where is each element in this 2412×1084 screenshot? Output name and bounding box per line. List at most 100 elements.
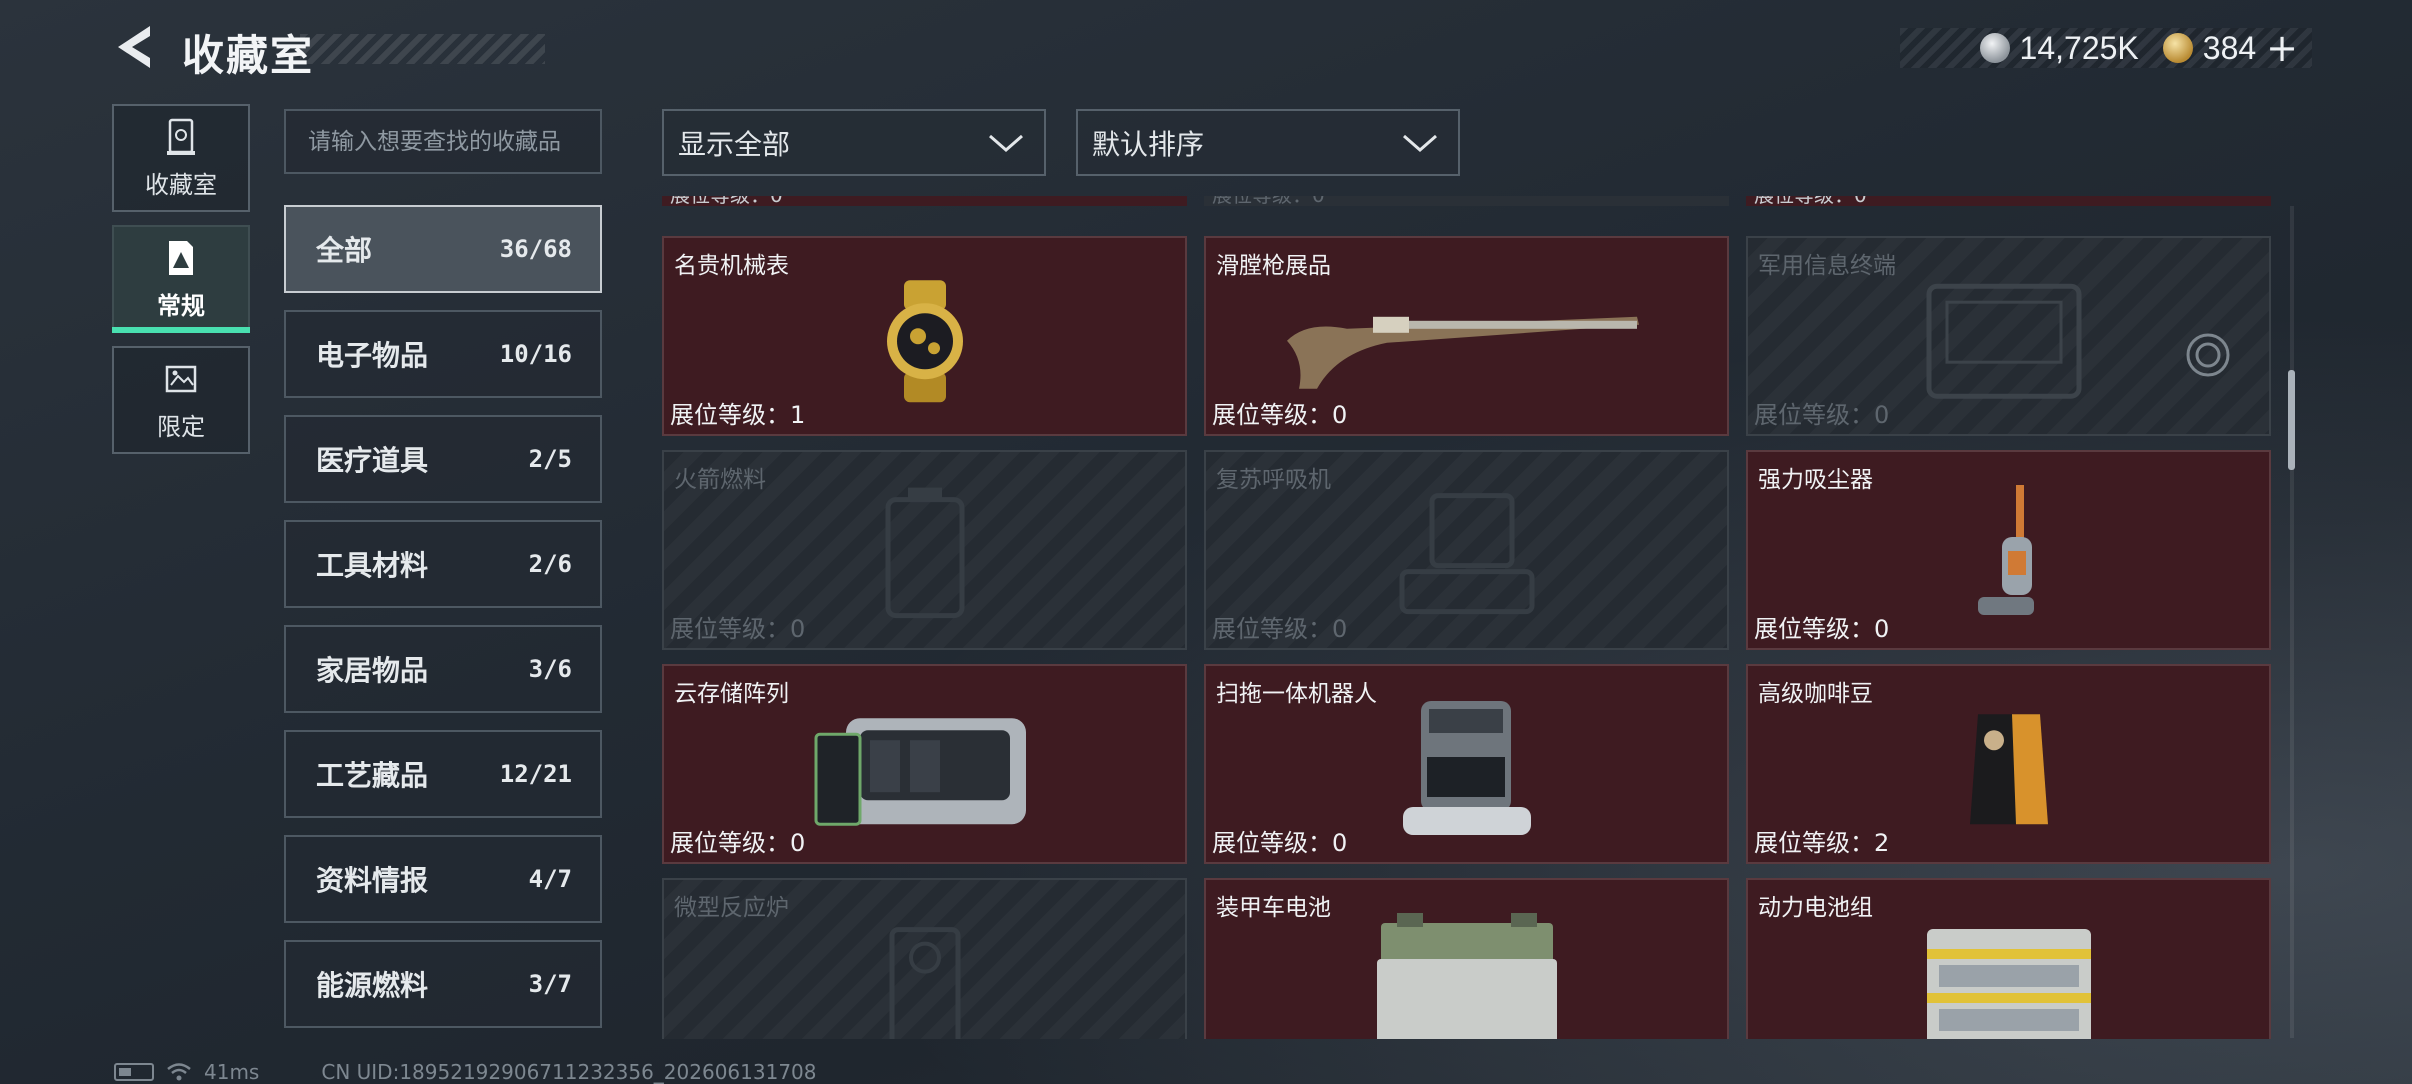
- nav-item-regular[interactable]: 常规: [112, 225, 250, 333]
- booth-level: 展位等级：0: [1754, 401, 1890, 429]
- booth-level: 展位等级：0: [1212, 401, 1348, 429]
- ribbon-icon: [169, 240, 193, 275]
- category-count: 2/6: [528, 550, 572, 578]
- ping-value: 41ms: [204, 1060, 260, 1084]
- item-card[interactable]: 扫拖一体机器人 展位等级：0: [1204, 664, 1729, 864]
- item-card[interactable]: 动力电池组: [1746, 878, 2271, 1039]
- category-tools[interactable]: 工具材料 2/6: [284, 520, 602, 608]
- item-name: 强力吸尘器: [1758, 467, 1873, 493]
- category-name: 能源燃料: [316, 969, 429, 1002]
- silver-coin-icon: [1979, 33, 2010, 63]
- back-button[interactable]: [110, 22, 158, 72]
- item-card[interactable]: 名贵机械表 展位等级：1: [662, 236, 1187, 436]
- partial-card[interactable]: 展位等级：0: [1746, 196, 2271, 206]
- cabinet-icon: [167, 118, 195, 155]
- target-icon: [2186, 333, 2230, 377]
- grid-row: 火箭燃料 展位等级：0 复苏呼吸机 展位等级：0 强力吸尘器 展位等级：0: [662, 450, 2274, 650]
- item-card[interactable]: 滑膛枪展品 展位等级：0: [1204, 236, 1729, 436]
- partial-card[interactable]: 展位等级：0: [1204, 196, 1729, 206]
- category-electronics[interactable]: 电子物品 10/16: [284, 310, 602, 398]
- map-frame-icon: [165, 365, 197, 392]
- category-count: 4/7: [528, 865, 572, 893]
- category-name: 资料情报: [316, 864, 429, 897]
- item-name: 扫拖一体机器人: [1216, 681, 1377, 707]
- scrollbar-thumb[interactable]: [2288, 370, 2295, 470]
- back-arrow-icon: [118, 26, 150, 68]
- chevron-down-icon: [989, 134, 1023, 152]
- booth-level: 展位等级：2: [1754, 829, 1890, 857]
- category-name: 家居物品: [316, 654, 429, 687]
- item-card[interactable]: 高级咖啡豆 展位等级：2: [1746, 664, 2271, 864]
- category-count: 2/5: [528, 445, 572, 473]
- battery-icon: [114, 1063, 154, 1081]
- category-crafts[interactable]: 工艺藏品 12/21: [284, 730, 602, 818]
- page-title: 收藏室: [182, 31, 315, 80]
- item-name: 滑膛枪展品: [1216, 253, 1331, 279]
- display-filter-dropdown[interactable]: 显示全部: [662, 109, 1046, 176]
- storage-array-icon: [814, 718, 1026, 826]
- collection-grid[interactable]: 展位等级：0 展位等级：0 展位等级：0 名贵机械表 展位等级：1 滑膛枪展品: [662, 196, 2274, 1039]
- wifi-icon: [167, 1063, 191, 1081]
- item-card[interactable]: 军用信息终端 展位等级：0: [1746, 236, 2271, 436]
- category-list: 全部 36/68 电子物品 10/16 医疗道具 2/5 工具材料 2/6 家居…: [284, 205, 602, 1045]
- item-name: 军用信息终端: [1758, 253, 1896, 279]
- item-name: 复苏呼吸机: [1216, 467, 1331, 493]
- item-name: 名贵机械表: [674, 253, 789, 279]
- item-card[interactable]: 云存储阵列 展位等级：0: [662, 664, 1187, 864]
- partial-card[interactable]: 展位等级：0: [662, 196, 1187, 206]
- grid-row: 名贵机械表 展位等级：1 滑膛枪展品 展位等级：0 军用信息终端 展位等级：0: [662, 236, 2274, 436]
- item-card[interactable]: 装甲车电池: [1204, 878, 1729, 1039]
- category-household[interactable]: 家居物品 3/6: [284, 625, 602, 713]
- user-uid: CN UID:18952192906711232356_202606131708: [321, 1060, 817, 1084]
- reactor-icon: [889, 927, 960, 1039]
- item-card[interactable]: 强力吸尘器 展位等级：0: [1746, 450, 2271, 650]
- item-card[interactable]: 火箭燃料 展位等级：0: [662, 450, 1187, 650]
- search-input[interactable]: [284, 109, 602, 174]
- battery-pack-icon: [1926, 929, 2091, 1039]
- grid-row: 微型反应炉 装甲车电池 动力电池组: [662, 878, 2274, 1039]
- item-card[interactable]: 复苏呼吸机 展位等级：0: [1204, 450, 1729, 650]
- scrollbar-track: [2290, 206, 2294, 1038]
- status-footer: 41ms CN UID:18952192906711232356_2026061…: [114, 1060, 817, 1084]
- booth-level: 展位等级：1: [670, 401, 806, 429]
- display-filter-value: 显示全部: [678, 127, 791, 161]
- category-energy[interactable]: 能源燃料 3/7: [284, 940, 602, 1028]
- watch-icon: [886, 280, 963, 403]
- category-count: 36/68: [499, 235, 572, 263]
- category-intel[interactable]: 资料情报 4/7: [284, 835, 602, 923]
- chevron-down-icon: [1403, 134, 1437, 152]
- nav-label: 收藏室: [145, 170, 217, 199]
- silver-currency-value: 14,725K: [2019, 29, 2139, 66]
- booth-level: 展位等级：0: [1212, 615, 1348, 643]
- nav-label: 限定: [157, 412, 205, 441]
- category-medical[interactable]: 医疗道具 2/5: [284, 415, 602, 503]
- booth-level: 展位等级：0: [670, 615, 806, 643]
- category-name: 电子物品: [316, 339, 429, 372]
- sort-value: 默认排序: [1092, 127, 1205, 161]
- booth-level: 展位等级：0: [1212, 829, 1348, 857]
- item-name: 微型反应炉: [674, 895, 789, 921]
- item-name: 云存储阵列: [674, 681, 789, 707]
- nav-item-collection-room[interactable]: 收藏室: [112, 104, 250, 212]
- category-count: 10/16: [499, 340, 572, 368]
- category-name: 全部: [316, 234, 373, 267]
- grid-row: 云存储阵列 展位等级：0 扫拖一体机器人 展位等级：0 高级咖啡豆 展位等级：2: [662, 664, 2274, 864]
- vacuum-cleaner-icon: [1977, 485, 2034, 615]
- currency-bar: 14,725K 384 +: [1900, 28, 2312, 68]
- left-nav: 收藏室 常规 限定: [112, 104, 250, 467]
- category-name: 医疗道具: [316, 444, 429, 477]
- sort-dropdown[interactable]: 默认排序: [1076, 109, 1460, 176]
- item-card[interactable]: 微型反应炉: [662, 878, 1187, 1039]
- category-name: 工具材料: [316, 549, 429, 582]
- rugged-laptop-icon: [1926, 283, 2081, 399]
- add-currency-button[interactable]: +: [2266, 29, 2298, 67]
- nav-item-limited[interactable]: 限定: [112, 346, 250, 454]
- gold-coin-icon: [2162, 33, 2193, 63]
- category-all[interactable]: 全部 36/68: [284, 205, 602, 293]
- category-count: 12/21: [499, 760, 572, 788]
- item-name: 装甲车电池: [1216, 895, 1331, 921]
- booth-level: 展位等级：0: [670, 829, 806, 857]
- nav-label: 常规: [157, 291, 205, 320]
- musket-icon: [1286, 316, 1639, 389]
- robot-mop-icon: [1402, 701, 1531, 835]
